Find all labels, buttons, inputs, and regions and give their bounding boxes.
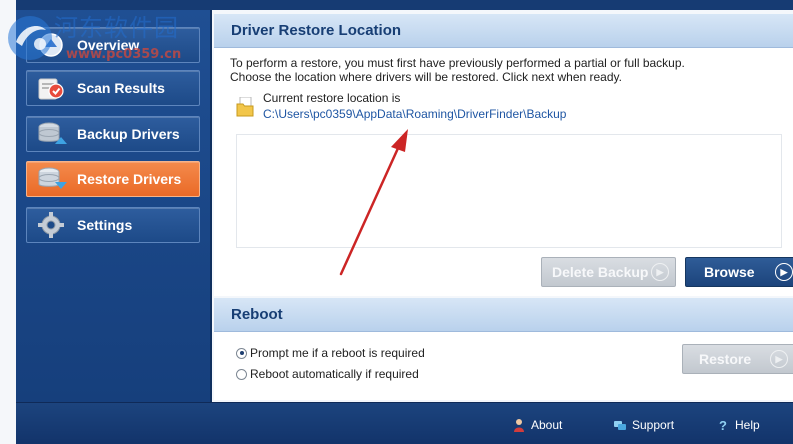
driver-finder-window: Overview Scan Results Backup Drivers Res… [0, 0, 793, 444]
current-location-path: C:\Users\pc0359\AppData\Roaming\DriverFi… [263, 107, 567, 121]
sidebar-item-label: Backup Drivers [77, 126, 180, 142]
browse-label: Browse [704, 264, 755, 280]
person-icon [514, 419, 524, 432]
gear-icon [38, 212, 64, 238]
help-label: Help [735, 418, 760, 432]
about-link[interactable]: About [512, 418, 562, 432]
support-link[interactable]: Support [613, 418, 674, 432]
support-label: Support [632, 418, 675, 432]
scan-results-icon [38, 78, 64, 100]
prompt-reboot-option[interactable]: Prompt me if a reboot is required [236, 346, 425, 360]
restore-button[interactable]: Restore ▶ [682, 344, 793, 374]
arrow-right-icon: ▶ [775, 263, 793, 281]
sidebar-item-label: Overview [77, 37, 140, 53]
sidebar-item-backup-drivers[interactable]: Backup Drivers [26, 116, 200, 152]
arrow-right-icon: ▶ [651, 263, 669, 281]
backup-list [236, 134, 782, 248]
restore-location-panel: Driver Restore Location To perform a res… [214, 14, 793, 296]
radio-button[interactable] [236, 368, 247, 380]
restore-label: Restore [699, 351, 752, 367]
radio-label: Reboot automatically if required [250, 367, 419, 381]
restore-drivers-icon [38, 167, 67, 189]
reboot-panel: Reboot Prompt me if a reboot is required… [214, 298, 793, 400]
radio-button[interactable] [236, 347, 247, 359]
browse-button[interactable]: Browse ▶ [685, 257, 793, 287]
sidebar: Overview Scan Results Backup Drivers Res… [16, 10, 212, 402]
backup-drivers-icon [38, 122, 67, 144]
current-location-label: Current restore location is [263, 91, 401, 105]
panel-title: Driver Restore Location [214, 14, 793, 48]
description-line: To perform a restore, you must first hav… [230, 56, 685, 70]
sidebar-item-restore-drivers[interactable]: Restore Drivers [26, 161, 200, 197]
svg-text:?: ? [719, 418, 727, 432]
delete-backup-button[interactable]: Delete Backup ▶ [541, 257, 676, 287]
restore-description: To perform a restore, you must first hav… [230, 56, 685, 84]
top-band [16, 0, 793, 10]
folder-icon [236, 97, 254, 117]
support-icon [614, 421, 626, 430]
description-line: Choose the location where drivers will b… [230, 70, 622, 84]
question-mark-icon: ? [719, 418, 727, 432]
sidebar-item-overview[interactable]: Overview [26, 27, 200, 63]
footer-bar: About Support ? Help [16, 402, 793, 444]
radio-label: Prompt me if a reboot is required [250, 346, 425, 360]
sidebar-item-settings[interactable]: Settings [26, 207, 200, 243]
sidebar-item-scan-results[interactable]: Scan Results [26, 70, 200, 106]
sidebar-item-label: Settings [77, 217, 133, 233]
about-label: About [531, 418, 563, 432]
auto-reboot-option[interactable]: Reboot automatically if required [236, 367, 419, 381]
overview-icon [39, 33, 63, 57]
sidebar-item-label: Scan Results [77, 80, 165, 96]
left-gutter [0, 0, 17, 444]
panel-title: Reboot [214, 298, 793, 332]
help-link[interactable]: ? Help [716, 418, 760, 432]
arrow-right-icon: ▶ [770, 350, 788, 368]
delete-backup-label: Delete Backup [552, 264, 649, 280]
sidebar-item-label: Restore Drivers [77, 171, 182, 187]
